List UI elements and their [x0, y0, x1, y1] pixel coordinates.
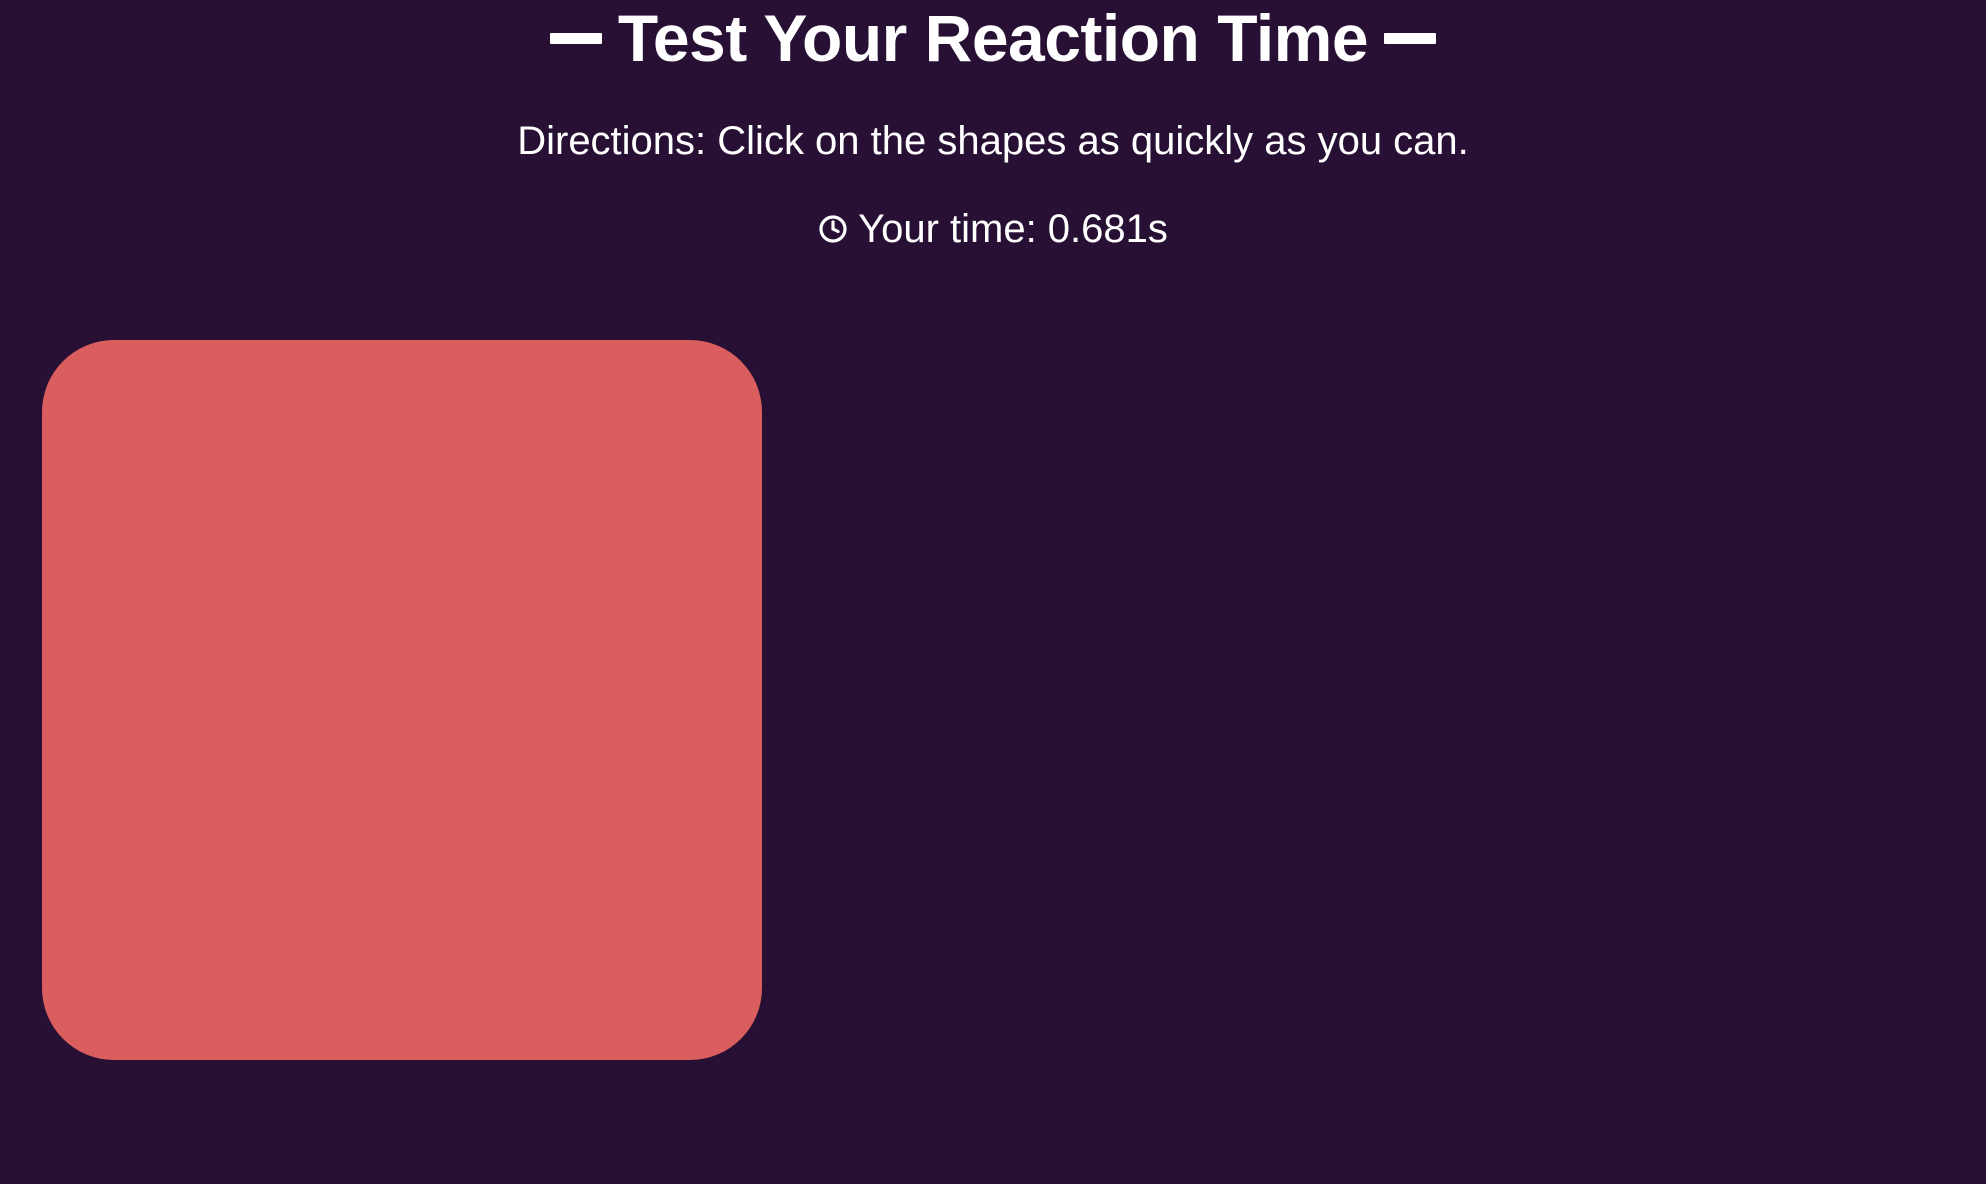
reaction-target-shape[interactable]: [42, 340, 762, 1060]
clock-icon: [818, 214, 848, 244]
right-dash-icon: [1384, 32, 1437, 44]
page-title: Test Your Reaction Time: [617, 1, 1369, 75]
directions-text: Directions: Click on the shapes as quick…: [517, 119, 1469, 163]
your-time-label: Your time: 0.681s: [858, 207, 1168, 251]
left-dash-icon: [549, 32, 602, 44]
title-row: Test Your Reaction Time: [0, 0, 1986, 76]
reaction-time-display: Your time: 0.681s: [0, 202, 1986, 256]
